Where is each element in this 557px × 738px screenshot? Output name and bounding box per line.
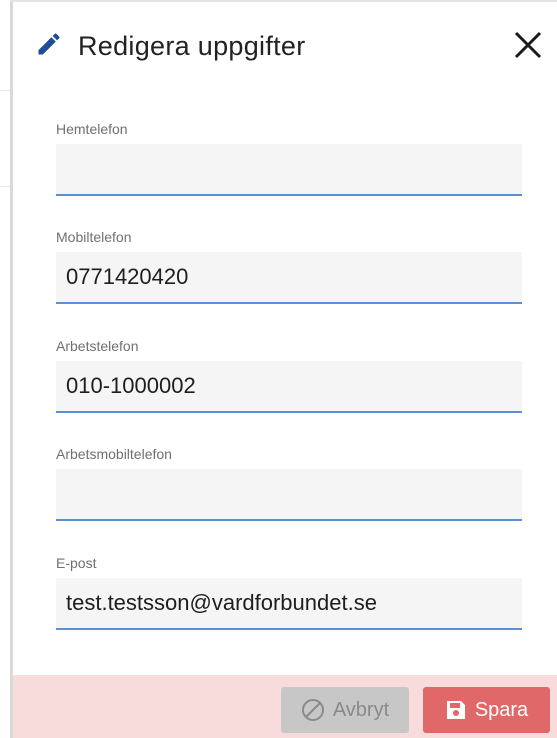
dialog-left-border bbox=[10, 0, 13, 738]
close-icon[interactable] bbox=[511, 28, 545, 62]
work-mobile-phone-field: Arbetsmobiltelefon bbox=[56, 446, 522, 521]
dialog-footer: Avbryt Spara bbox=[13, 675, 557, 738]
field-label: Arbetstelefon bbox=[56, 338, 139, 354]
field-label: Arbetsmobiltelefon bbox=[56, 446, 172, 462]
work-phone-input[interactable] bbox=[56, 361, 522, 413]
edit-dialog: Redigera uppgifter Hemtelefon Mobiltelef… bbox=[0, 0, 557, 738]
save-button[interactable]: Spara bbox=[423, 687, 550, 733]
mobile-phone-field: Mobiltelefon bbox=[56, 229, 522, 304]
divider bbox=[0, 90, 10, 91]
field-label: E-post bbox=[56, 555, 97, 571]
background-edge bbox=[0, 0, 10, 738]
work-phone-field: Arbetstelefon bbox=[56, 338, 522, 413]
home-phone-field: Hemtelefon bbox=[56, 121, 522, 196]
home-phone-input[interactable] bbox=[56, 144, 522, 196]
mobile-phone-input[interactable] bbox=[56, 252, 522, 304]
cancel-button[interactable]: Avbryt bbox=[281, 687, 409, 733]
save-button-label: Spara bbox=[474, 698, 529, 721]
ban-icon bbox=[301, 698, 325, 722]
divider bbox=[0, 186, 10, 187]
email-input[interactable] bbox=[56, 578, 522, 630]
dialog-title: Redigera uppgifter bbox=[78, 31, 306, 61]
email-field: E-post bbox=[56, 555, 522, 630]
dialog-header: Redigera uppgifter bbox=[13, 2, 557, 92]
pencil-icon bbox=[35, 30, 63, 58]
floppy-disk-icon bbox=[445, 699, 467, 721]
work-mobile-phone-input[interactable] bbox=[56, 469, 522, 521]
cancel-button-label: Avbryt bbox=[332, 698, 390, 721]
field-label: Mobiltelefon bbox=[56, 229, 132, 245]
field-label: Hemtelefon bbox=[56, 121, 128, 137]
